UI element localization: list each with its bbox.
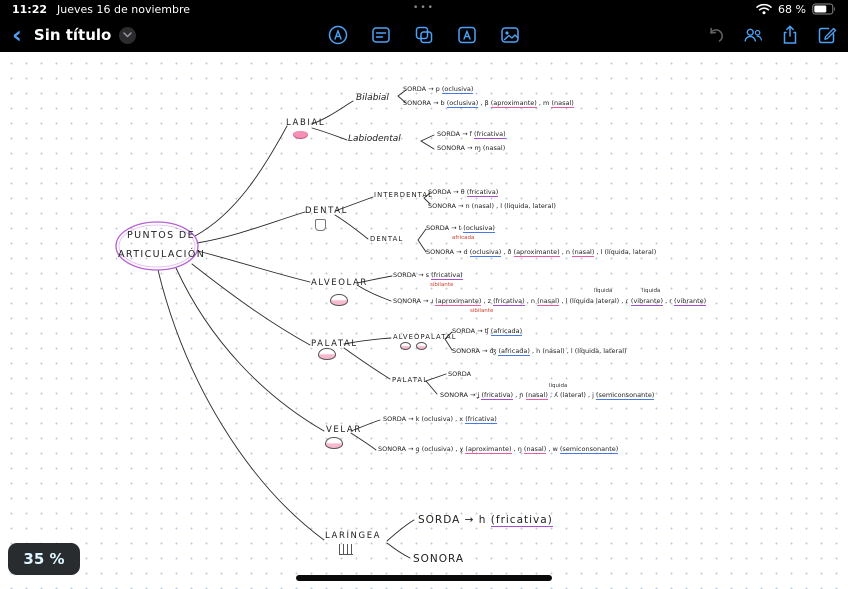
label-dental-sub: DENTAL xyxy=(370,235,404,243)
velar-sorda: SORDA → k (oclusiva) , x (fricativa) xyxy=(383,415,497,424)
undo-icon[interactable] xyxy=(705,24,727,46)
zoom-level: 35 % xyxy=(23,550,65,568)
label-bilabial: Bilabial xyxy=(356,93,389,103)
label-alveolar: ALVEOLAR xyxy=(311,278,368,288)
dental-sonora: SONORA → d (oclusiva) , ð (aproximante) … xyxy=(426,248,657,257)
compose-icon[interactable] xyxy=(816,24,838,46)
palatal-sonora: SONORA → ʝ (fricativa) , ɲ (nasal) , ʎ (… xyxy=(440,391,655,400)
root-title-line-1: PUNTOS DE xyxy=(127,230,196,241)
label-palatal: PALATAL xyxy=(311,339,358,349)
label-laringea: LARÍNGEA xyxy=(325,531,382,541)
battery-percent: 68 % xyxy=(778,2,806,16)
palatal-liquida: líquida xyxy=(549,383,568,389)
alveolar-sonora: SONORA → ɹ (aproximante) , z (fricativa)… xyxy=(393,297,707,306)
alveopalatal-sorda: SORDA → ʧ (africada) xyxy=(452,327,523,336)
photo-icon[interactable] xyxy=(499,24,521,46)
alveolar-sorda: SORDA → s (fricativa) xyxy=(393,271,463,280)
alveolar-liquida-1: líquida xyxy=(594,288,613,294)
toolbar: ‹ Sin título xyxy=(0,18,848,52)
dental-sorda: SORDA → t (oclusiva) xyxy=(426,224,495,233)
collaborate-icon[interactable] xyxy=(742,24,764,46)
palatal-sorda: SORDA xyxy=(448,370,472,378)
root-title-line-2: ARTICULACIÓN xyxy=(118,249,206,260)
label-velar: VELAR xyxy=(326,425,362,435)
note-canvas[interactable]: PUNTOS DE ARTICULACIÓN LABIAL DENTAL ALVEO… xyxy=(0,52,848,589)
status-bar: 11:22 Jueves 16 de noviembre ••• 68 % xyxy=(0,0,848,18)
mouth-icon xyxy=(325,437,343,449)
share-icon[interactable] xyxy=(779,24,801,46)
interdental-sonora: SONORA → n (nasal) , l (líquida, lateral… xyxy=(428,202,556,210)
mouth-icon xyxy=(330,294,348,306)
bilabial-sonora: SONORA → b (oclusiva) , β (aproximante) … xyxy=(403,99,574,108)
velar-sonora: SONORA → g (oclusiva) , ɣ (aproximante) … xyxy=(378,445,619,454)
alveolar-liquida-2: líquida xyxy=(642,288,661,294)
wifi-icon xyxy=(756,3,772,15)
label-dental: DENTAL xyxy=(305,206,348,216)
alveolar-sibilante-1: sibilante xyxy=(430,282,454,288)
labiodental-sorda: SORDA → f (fricativa) xyxy=(437,130,506,139)
dental-africada: africada xyxy=(452,235,475,241)
home-indicator[interactable] xyxy=(296,575,552,581)
multitask-dots-icon: ••• xyxy=(413,3,435,13)
interdental-sorda: SORDA → θ (fricativa) xyxy=(428,188,499,197)
label-interdental: INTERDENTAL xyxy=(374,191,434,199)
laringea-sorda: SORDA → h (fricativa) xyxy=(418,514,553,527)
pen-tool-icon[interactable] xyxy=(327,24,349,46)
notes-icon[interactable] xyxy=(370,24,392,46)
text-tool-icon[interactable] xyxy=(456,24,478,46)
lips-icon xyxy=(293,131,308,139)
shapes-icon[interactable] xyxy=(413,24,435,46)
mindmap-labels: PUNTOS DE ARTICULACIÓN LABIAL DENTAL ALVEO… xyxy=(0,52,848,589)
mouth-icon xyxy=(318,348,336,360)
mouth-icon-small xyxy=(400,342,411,350)
label-palatal-sub: PALATAL xyxy=(392,376,429,384)
throat-icon xyxy=(339,544,353,555)
label-alveopalatal: ALVEOPALATAL xyxy=(393,333,457,341)
laringea-sonora: SONORA xyxy=(413,553,465,565)
tooth-icon xyxy=(315,219,326,231)
bilabial-sorda: SORDA → p (oclusiva) xyxy=(403,85,474,94)
alveopalatal-sonora: SONORA → ʤ (africada) , n (nasal) , l (l… xyxy=(452,347,627,356)
zoom-badge[interactable]: 35 % xyxy=(8,543,80,575)
battery-icon xyxy=(812,3,836,15)
label-labiodental: Labiodental xyxy=(348,134,401,144)
label-labial: LABIAL xyxy=(286,118,326,128)
mouth-icon-small xyxy=(416,342,427,350)
alveolar-sibilante-2: sibilante xyxy=(470,308,494,314)
labiodental-sonora: SONORA → ɱ (nasal) xyxy=(437,144,506,152)
